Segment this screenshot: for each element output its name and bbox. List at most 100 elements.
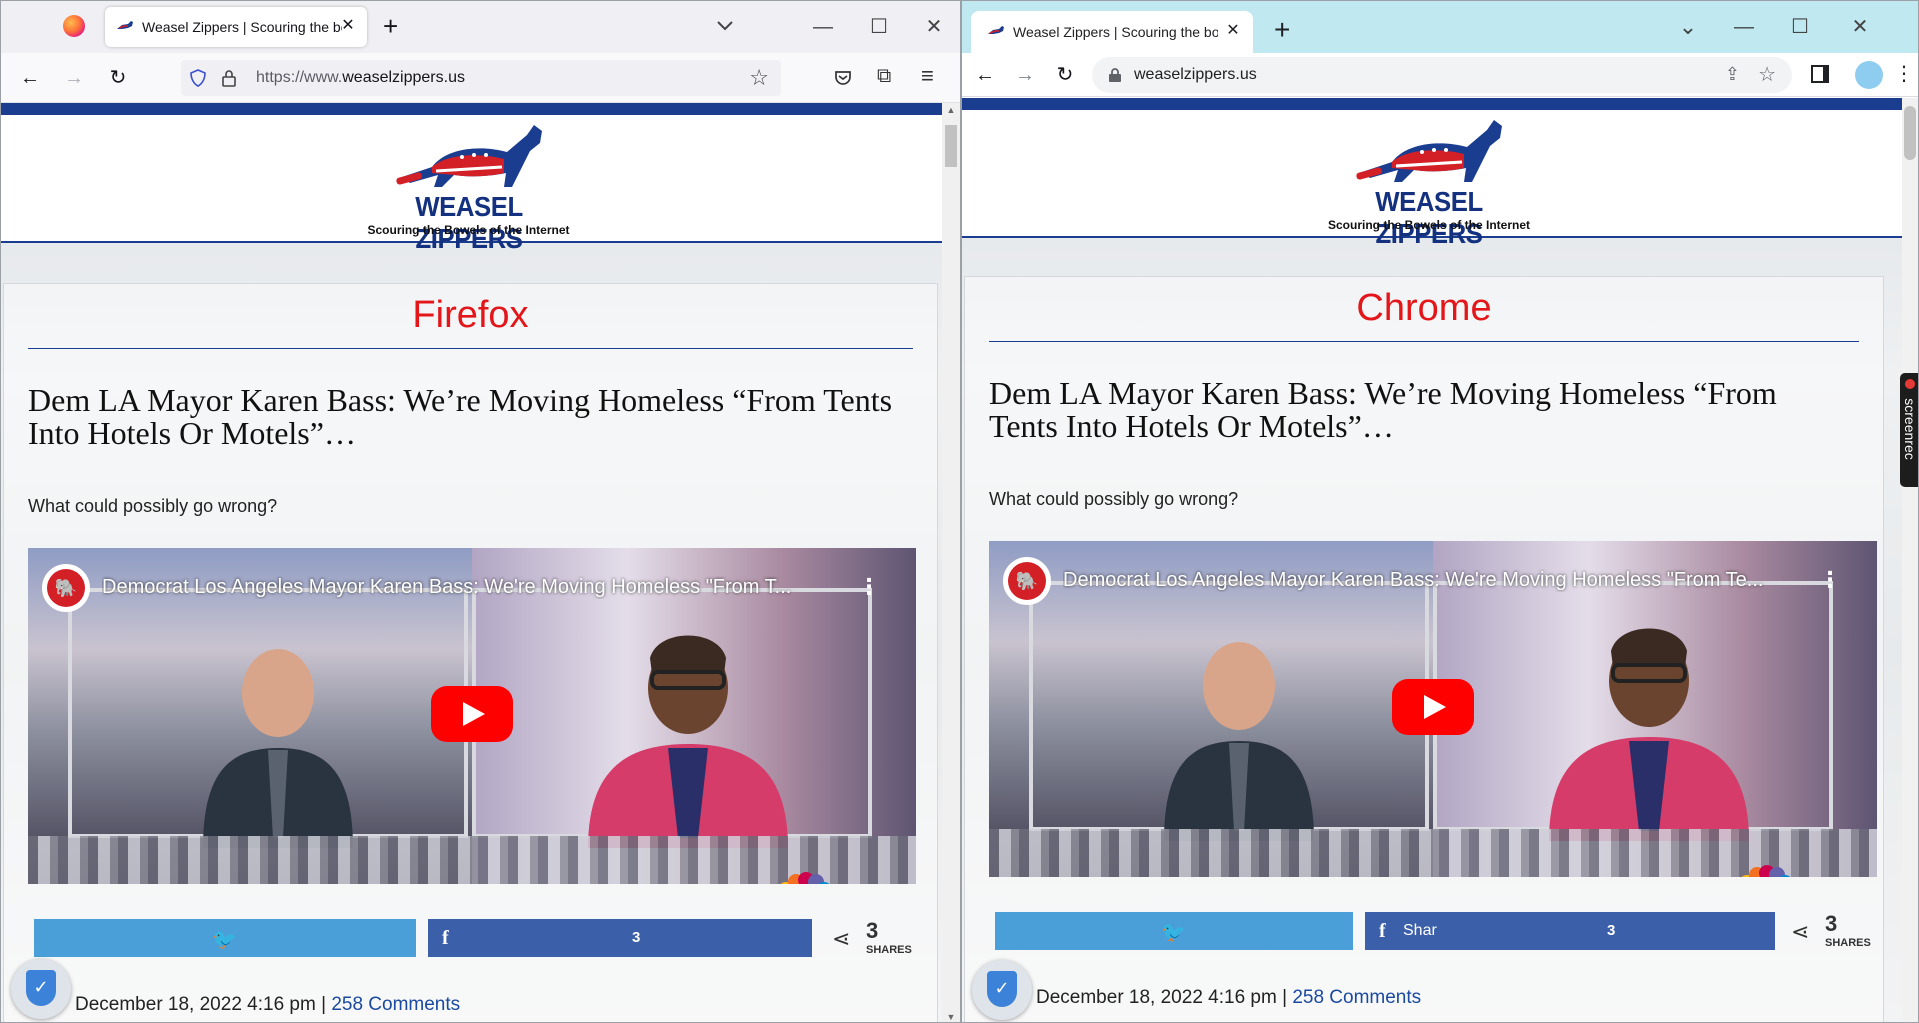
shield-check-icon: ✓	[26, 970, 56, 1006]
site-header: WEASEL ZIPPERS Scouring the Bowels of th…	[1, 115, 942, 254]
facebook-share-button[interactable]: f 3	[428, 919, 812, 957]
close-window-button[interactable]: ✕	[1832, 1, 1888, 53]
play-button[interactable]	[431, 686, 513, 742]
profile-avatar-icon[interactable]	[1855, 61, 1883, 89]
nbc-peacock-icon	[780, 872, 830, 884]
twitter-bird-icon: 🐦	[1161, 922, 1186, 944]
vertical-scrollbar[interactable]	[1902, 98, 1918, 1022]
url-text[interactable]: weaselzippers.us	[1134, 66, 1257, 84]
play-button[interactable]	[1392, 679, 1474, 735]
list-all-tabs-icon[interactable]	[713, 13, 737, 37]
video-title[interactable]: Democrat Los Angeles Mayor Karen Bass: W…	[1063, 569, 1817, 592]
share-total: ⋖ 3 SHARES	[1791, 911, 1881, 951]
new-tab-button[interactable]: +	[1274, 16, 1290, 44]
comments-link[interactable]: 258 Comments	[331, 994, 460, 1015]
person-right-image	[1549, 628, 1749, 841]
extensions-puzzle-icon[interactable]: ⧉	[877, 65, 891, 88]
reload-icon[interactable]: ↻	[105, 65, 131, 91]
comments-link[interactable]: 258 Comments	[1292, 987, 1421, 1008]
tab-bar: Weasel Zippers | Scouring the bo ✕ + — ☐…	[1, 1, 960, 53]
channel-avatar[interactable]: 🐘	[1003, 557, 1051, 605]
browser-tab[interactable]: Weasel Zippers | Scouring the bo ✕	[971, 11, 1253, 53]
twitter-share-button[interactable]: 🐦	[995, 912, 1353, 950]
menu-hamburger-icon[interactable]: ≡	[921, 63, 934, 89]
video-title[interactable]: Democrat Los Angeles Mayor Karen Bass: W…	[102, 576, 856, 599]
url-text[interactable]: https://www.weaselzippers.us	[256, 69, 465, 87]
minimize-button[interactable]: —	[795, 1, 851, 53]
tab-close-icon[interactable]: ✕	[1223, 21, 1243, 41]
logo-tagline: Scouring the Bowels of the Internet	[1327, 218, 1530, 232]
share-page-icon[interactable]: ⇪	[1725, 64, 1740, 85]
scrollbar-thumb[interactable]	[1904, 106, 1916, 160]
chrome-window: Weasel Zippers | Scouring the bo ✕ + ⌄ —…	[961, 0, 1919, 1023]
weasel-logo-icon	[1356, 120, 1502, 182]
minimize-button[interactable]: —	[1716, 1, 1772, 53]
article-subline: What could possibly go wrong?	[989, 489, 1239, 509]
close-window-button[interactable]: ✕	[906, 1, 960, 53]
article-headline[interactable]: Dem LA Mayor Karen Bass: We’re Moving Ho…	[989, 377, 1853, 443]
tracking-shield-icon[interactable]	[189, 69, 207, 87]
maximize-button[interactable]: ☐	[1772, 1, 1828, 53]
tab-bar: Weasel Zippers | Scouring the bo ✕ + ⌄ —…	[962, 1, 1918, 53]
facebook-f-icon: f	[1379, 920, 1386, 942]
facebook-share-button[interactable]: f Shar 3	[1365, 912, 1775, 950]
article-meta: December 18, 2022 4:16 pm | 258 Comments	[1036, 987, 1421, 1009]
privacy-shield-button[interactable]: ✓	[972, 960, 1032, 1020]
share-icon: ⋖	[1791, 919, 1810, 944]
lock-icon[interactable]	[221, 69, 237, 87]
tab-search-dropdown[interactable]: ⌄	[1660, 1, 1716, 53]
facebook-share-count: 3	[1607, 922, 1616, 939]
tab-title: Weasel Zippers | Scouring the bo	[1013, 24, 1218, 40]
scrollbar-thumb[interactable]	[945, 125, 957, 167]
side-panel-icon[interactable]	[1811, 65, 1829, 83]
share-icon: ⋖	[832, 926, 851, 951]
share-total-count: 3	[866, 918, 879, 943]
web-page: WEASEL ZIPPERS Scouring the Bowels of th…	[1, 103, 942, 1022]
screenrec-extension-tab[interactable]: screenrec	[1900, 373, 1918, 487]
article-headline[interactable]: Dem LA Mayor Karen Bass: We’re Moving Ho…	[28, 384, 907, 450]
shares-label: SHARES	[866, 944, 912, 956]
bookmark-star-icon[interactable]: ☆	[1758, 62, 1776, 87]
scroll-up-icon[interactable]: ▲	[942, 105, 960, 115]
tab-close-icon[interactable]: ✕	[337, 15, 359, 37]
pocket-icon[interactable]	[833, 68, 853, 88]
address-bar[interactable]: https://www.weaselzippers.us ☆	[181, 60, 781, 96]
chrome-menu-icon[interactable]: ⋮	[1894, 61, 1914, 86]
new-tab-button[interactable]: +	[383, 13, 398, 39]
site-logo[interactable]: WEASEL ZIPPERS Scouring the Bowels of th…	[354, 115, 584, 254]
article-meta: December 18, 2022 4:16 pm | 258 Comments	[75, 994, 460, 1016]
logo-tagline: Scouring the Bowels of the Internet	[367, 223, 570, 237]
meta-separator: |	[315, 994, 332, 1015]
video-more-icon[interactable]: ⋮	[1819, 567, 1841, 593]
maximize-button[interactable]: ☐	[851, 1, 907, 53]
firefox-window: Weasel Zippers | Scouring the bo ✕ + — ☐…	[0, 0, 961, 1023]
browser-tab[interactable]: Weasel Zippers | Scouring the bo ✕	[105, 7, 367, 47]
vertical-scrollbar[interactable]: ▲ ▼	[942, 103, 960, 1022]
video-embed[interactable]: 🐘 Democrat Los Angeles Mayor Karen Bass:…	[28, 548, 916, 884]
video-more-icon[interactable]: ⋮	[858, 574, 880, 600]
back-arrow-icon[interactable]: ←	[972, 62, 998, 88]
bookmark-star-icon[interactable]: ☆	[749, 65, 769, 91]
site-logo[interactable]: WEASEL ZIPPERS Scouring the Bowels of th…	[1314, 110, 1544, 249]
privacy-shield-button[interactable]: ✓	[11, 959, 71, 1019]
back-arrow-icon[interactable]: ←	[17, 65, 43, 91]
site-top-bar	[962, 98, 1902, 110]
video-embed[interactable]: 🐘 Democrat Los Angeles Mayor Karen Bass:…	[989, 541, 1877, 877]
nbc-peacock-icon	[1741, 865, 1791, 877]
tab-title: Weasel Zippers | Scouring the bo	[142, 19, 342, 35]
navigation-bar: ← → ↻ weaselzippers.us ⇪ ☆ ⋮	[962, 53, 1918, 97]
firefox-logo-icon[interactable]	[63, 15, 85, 37]
site-header: WEASEL ZIPPERS Scouring the Bowels of th…	[962, 110, 1902, 249]
lock-icon[interactable]	[1108, 67, 1122, 83]
forward-arrow-icon[interactable]: →	[1012, 62, 1038, 88]
person-left-image	[1164, 642, 1314, 841]
article-card: Chrome Dem LA Mayor Karen Bass: We’re Mo…	[964, 276, 1884, 1022]
forward-arrow-icon[interactable]: →	[61, 65, 87, 91]
scroll-down-icon[interactable]: ▼	[942, 1012, 960, 1022]
channel-avatar[interactable]: 🐘	[42, 564, 90, 612]
site-top-bar	[1, 103, 942, 115]
address-bar[interactable]: weaselzippers.us ⇪ ☆	[1092, 57, 1792, 93]
facebook-share-label: Shar	[1403, 922, 1437, 939]
reload-icon[interactable]: ↻	[1052, 62, 1078, 88]
twitter-share-button[interactable]: 🐦	[34, 919, 416, 957]
